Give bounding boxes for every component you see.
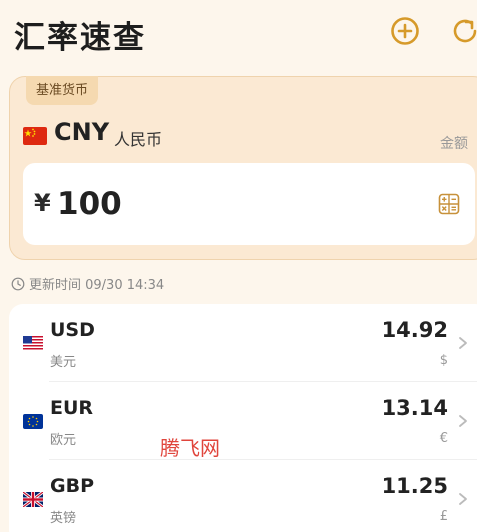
base-currency-card: 基准货币 CNY 人民币 金额 ¥	[9, 76, 477, 260]
watermark: 腾飞网	[160, 436, 220, 460]
chevron-right-icon	[457, 413, 469, 429]
chevron-right-icon	[457, 335, 469, 351]
calculator-icon	[438, 193, 460, 215]
chevron-right-icon	[457, 491, 469, 507]
rate-row-eur[interactable]: EUR 欧元 13.14 €	[9, 382, 477, 460]
refresh-button[interactable]	[450, 16, 477, 46]
currency-symbol: £	[439, 509, 448, 524]
base-currency-tag: 基准货币	[26, 76, 99, 105]
currency-code: GBP	[50, 475, 95, 497]
calculator-button[interactable]	[438, 193, 460, 215]
rate-value: 14.92	[381, 318, 448, 342]
update-time: 更新时间 09/30 14:34	[11, 274, 164, 293]
clock-icon	[11, 277, 25, 290]
currency-symbol: $	[439, 353, 448, 368]
currency-name: 美元	[50, 355, 77, 370]
rate-list: USD 美元 14.92 $ EUR 欧元 13.14 € GBP 英镑 11.…	[9, 304, 477, 532]
cn-flag-icon	[23, 127, 47, 145]
rate-row-gbp[interactable]: GBP 英镑 11.25 £	[9, 460, 477, 532]
currency-name: 英镑	[50, 511, 77, 526]
rate-value: 13.14	[381, 396, 448, 420]
currency-symbol: €	[439, 431, 448, 446]
currency-name: 欧元	[50, 433, 77, 448]
base-currency-name: 人民币	[114, 130, 163, 149]
amount-box: ¥	[23, 163, 475, 245]
amount-label: 金额	[440, 136, 468, 152]
amount-input[interactable]	[57, 181, 377, 227]
update-time-text: 更新时间 09/30 14:34	[29, 278, 165, 293]
rate-value: 11.25	[381, 474, 448, 498]
app-title: 汇率速查	[14, 20, 146, 56]
currency-symbol: ¥	[34, 189, 51, 217]
refresh-icon	[453, 19, 477, 43]
eu-flag-icon	[23, 414, 43, 429]
us-flag-icon	[23, 336, 43, 351]
add-currency-button[interactable]	[390, 16, 420, 46]
currency-code: USD	[50, 319, 95, 341]
plus-circle-icon	[391, 17, 419, 45]
uk-flag-icon	[23, 492, 43, 507]
rate-row-usd[interactable]: USD 美元 14.92 $	[9, 304, 477, 382]
currency-code: EUR	[50, 397, 94, 419]
base-currency-code[interactable]: CNY	[54, 118, 109, 146]
